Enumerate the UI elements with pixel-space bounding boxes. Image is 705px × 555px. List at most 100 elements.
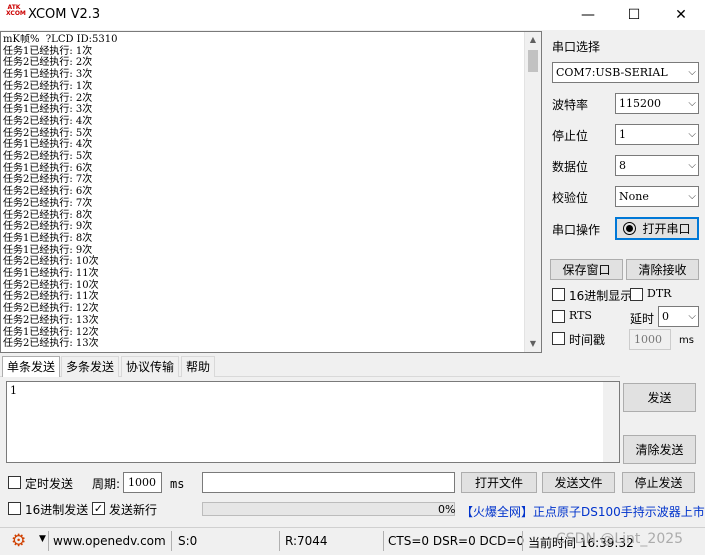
open-port-button[interactable]: 打开串口 — [615, 217, 699, 240]
maximize-button[interactable]: ☐ — [611, 0, 657, 30]
chevron-down-icon: ⌵ — [688, 98, 696, 109]
timestamp-label: 时间戳 — [569, 333, 606, 347]
scroll-thumb[interactable] — [528, 50, 538, 72]
receive-line: 任务2已经执行: 2次 — [3, 92, 93, 104]
watermark: CSDN @Lint_2025 — [556, 531, 684, 547]
receive-area[interactable]: mK帧% ?LCD ID:5310 任务1已经执行: 1次 任务2已经执行: 2次任… — [0, 31, 542, 353]
chevron-down-icon: ⌵ — [688, 191, 696, 202]
open-port-label: 打开串口 — [642, 222, 691, 236]
website-link[interactable]: www.openedv.com — [53, 534, 166, 548]
send-input[interactable]: 1 — [6, 381, 620, 463]
stop-label: 停止位 — [552, 129, 589, 143]
receive-line: 任务1已经执行: 3次 — [3, 104, 93, 116]
receive-line: 任务1已经执行: 3次 — [3, 69, 93, 81]
progress-percent: 0% — [438, 503, 456, 516]
period-label: 周期: — [92, 477, 121, 491]
timed-send-checkbox[interactable] — [8, 476, 21, 489]
receive-line: 任务2已经执行: 5次 — [3, 127, 93, 139]
received-count: R:7044 — [285, 534, 328, 548]
tab-protocol[interactable]: 协议传输 — [121, 356, 180, 377]
stop-send-button[interactable]: 停止发送 — [622, 472, 695, 493]
receive-scrollbar[interactable]: ▲ ▼ — [524, 32, 541, 352]
ad-prefix: 【火爆全网】 — [461, 505, 534, 519]
period-input[interactable]: 1000 — [123, 472, 162, 493]
dtr-checkbox[interactable] — [630, 288, 643, 301]
tab-single-send[interactable]: 单条发送 — [2, 356, 61, 377]
delay-select[interactable]: 0 ⌵ — [658, 306, 699, 327]
save-window-button[interactable]: 保存窗口 — [550, 259, 623, 280]
status-separator — [171, 531, 172, 551]
receive-line: 任务2已经执行: 8次 — [3, 209, 93, 221]
minimize-button[interactable]: — — [565, 0, 611, 30]
new-line-checkbox[interactable]: ✓ — [92, 502, 105, 515]
hex-display-checkbox[interactable] — [552, 288, 565, 301]
open-file-button[interactable]: 打开文件 — [461, 472, 537, 493]
check-icon: ✓ — [93, 502, 104, 515]
receive-line: 任务1已经执行: 9次 — [3, 244, 93, 256]
receive-line: 任务2已经执行: 1次 — [3, 80, 93, 92]
send-scrollbar[interactable] — [603, 382, 619, 462]
stop-value: 1 — [619, 128, 626, 141]
status-separator — [48, 531, 49, 551]
tab-multi-send[interactable]: 多条发送 — [61, 356, 120, 377]
send-text: 1 — [10, 384, 17, 397]
port-select[interactable]: COM7:USB-SERIAL ⌵ — [552, 62, 699, 83]
ad-text: 正点原子DS100手持示波器上市 — [533, 505, 705, 519]
hex-send-checkbox[interactable] — [8, 502, 21, 515]
dropdown-arrow-icon[interactable]: ▼ — [39, 534, 46, 544]
timestamp-input[interactable]: 1000 — [629, 329, 671, 350]
ad-link[interactable]: 【火爆全网】正点原子DS100手持示波器上市 — [461, 503, 705, 520]
gear-icon[interactable]: ⚙ — [11, 531, 26, 551]
clear-send-button[interactable]: 清除发送 — [623, 435, 696, 464]
receive-line: 任务2已经执行: 5次 — [3, 151, 93, 163]
receive-line: 任务2已经执行: 4次 — [3, 115, 93, 127]
receive-line: 任务2已经执行: 2次 — [3, 57, 93, 69]
stop-select[interactable]: 1 ⌵ — [615, 124, 699, 145]
receive-line: mK帧% ?LCD ID:5310 — [3, 34, 118, 45]
parity-value: None — [619, 190, 649, 203]
new-line-label: 发送新行 — [109, 503, 158, 517]
receive-line: 任务2已经执行: 13次 — [3, 338, 99, 350]
baud-select[interactable]: 115200 ⌵ — [615, 93, 699, 114]
line-status: CTS=0 DSR=0 DCD=0 — [388, 534, 525, 548]
sent-count: S:0 — [178, 534, 198, 548]
receive-line: 任务1已经执行: 8次 — [3, 232, 93, 244]
window-title: XCOM V2.3 — [28, 7, 101, 22]
status-separator — [279, 531, 280, 551]
send-button[interactable]: 发送 — [623, 383, 696, 412]
receive-line: 任务1已经执行: 4次 — [3, 139, 93, 151]
chevron-down-icon: ⌵ — [688, 311, 696, 322]
parity-select[interactable]: None ⌵ — [615, 186, 699, 207]
tab-help[interactable]: 帮助 — [181, 356, 216, 377]
scroll-up-icon[interactable]: ▲ — [525, 32, 541, 48]
receive-line: 任务2已经执行: 11次 — [3, 291, 99, 303]
hex-send-label: 16进制发送 — [25, 503, 89, 517]
chevron-down-icon: ⌵ — [688, 129, 696, 140]
chevron-down-icon: ⌵ — [688, 160, 696, 171]
receive-line: 任务1已经执行: 6次 — [3, 162, 93, 174]
data-bits-select[interactable]: 8 ⌵ — [615, 155, 699, 176]
file-path-input[interactable] — [202, 472, 455, 493]
close-button[interactable]: ✕ — [658, 0, 704, 30]
baud-value: 115200 — [619, 97, 661, 110]
data-bits-value: 8 — [619, 159, 626, 172]
receive-line: 任务2已经执行: 7次 — [3, 174, 93, 186]
clear-receive-button[interactable]: 清除接收 — [626, 259, 699, 280]
parity-label: 校验位 — [552, 191, 589, 205]
port-value: COM7:USB-SERIAL — [556, 66, 668, 79]
timestamp-checkbox[interactable] — [552, 332, 565, 345]
delay-value: 0 — [662, 310, 669, 323]
send-file-button[interactable]: 发送文件 — [542, 472, 615, 493]
status-separator — [522, 531, 523, 551]
chevron-down-icon: ⌵ — [688, 67, 696, 78]
baud-label: 波特率 — [552, 98, 589, 112]
delay-label: 延时 — [630, 312, 655, 326]
timestamp-unit: ms — [679, 335, 694, 346]
record-icon — [623, 222, 637, 235]
scroll-down-icon[interactable]: ▼ — [525, 336, 541, 352]
receive-line: 任务2已经执行: 6次 — [3, 186, 93, 198]
rts-checkbox[interactable] — [552, 310, 565, 323]
receive-line: 任务1已经执行: 11次 — [3, 268, 99, 280]
status-separator — [383, 531, 384, 551]
port-label: 串口选择 — [552, 40, 601, 54]
